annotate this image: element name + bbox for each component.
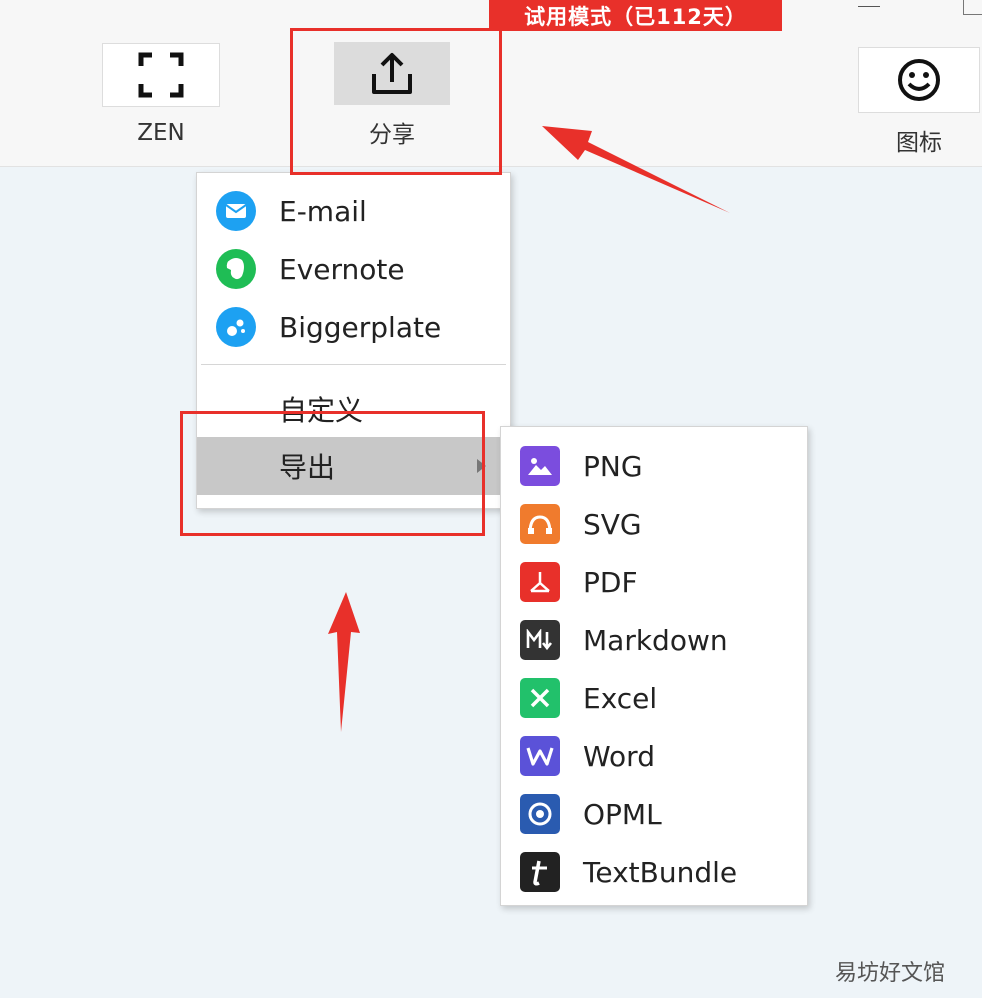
annotation-arrows [328, 126, 730, 732]
arrow-to-export [328, 592, 360, 732]
arrow-to-share [542, 126, 730, 213]
watermark: 易坊好文馆 [835, 961, 946, 986]
